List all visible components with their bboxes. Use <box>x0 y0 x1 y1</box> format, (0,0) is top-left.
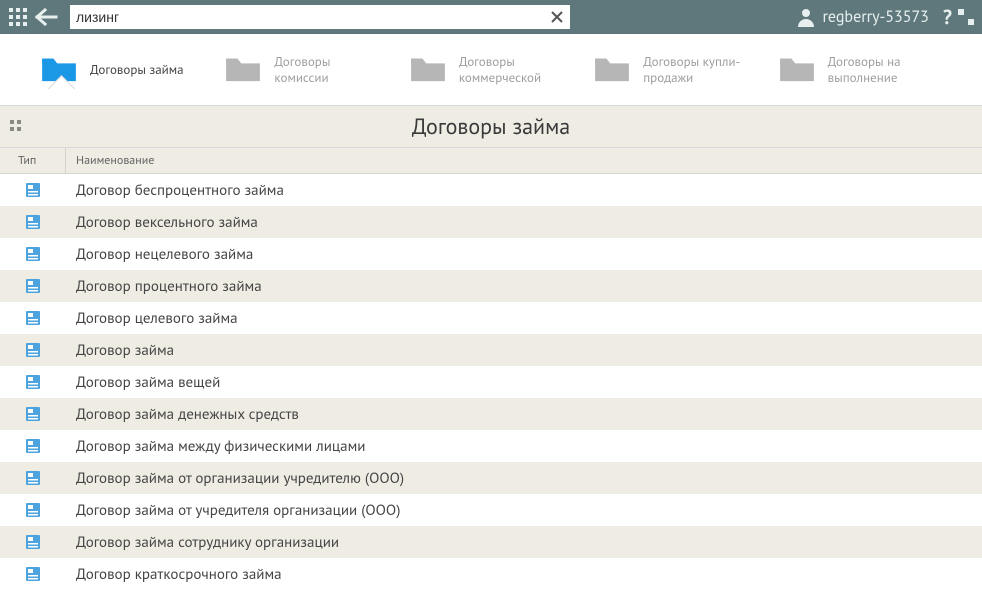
user-icon <box>796 7 816 27</box>
row-type-icon <box>0 566 66 582</box>
row-name: Договор займа вещей <box>66 373 982 392</box>
row-name: Договор займа <box>66 341 982 360</box>
table-header: Тип Наименование <box>0 148 982 174</box>
folder-icon <box>224 53 262 87</box>
row-name: Договор вексельного займа <box>66 213 982 232</box>
row-type-icon <box>0 374 66 390</box>
fullscreen-button[interactable] <box>958 9 974 25</box>
page-title: Договоры займа <box>412 113 570 141</box>
back-button[interactable] <box>34 7 58 27</box>
table-row[interactable]: Договор займа от организации учредителю … <box>0 462 982 494</box>
row-type-icon <box>0 470 66 486</box>
row-name: Договор займа от учредителя организации … <box>66 501 982 520</box>
row-type-icon <box>0 182 66 198</box>
row-type-icon <box>0 246 66 262</box>
user-menu[interactable]: regberry-53573 <box>796 7 928 27</box>
tab-3[interactable]: Договоры купли-продажи <box>593 53 767 87</box>
row-name: Договор займа от организации учредителю … <box>66 469 982 488</box>
tab-2[interactable]: Договоры коммерческой <box>409 53 583 87</box>
table-row[interactable]: Договор целевого займа <box>0 302 982 334</box>
row-name: Договор займа между физическими лицами <box>66 437 982 456</box>
table-row[interactable]: Договор нецелевого займа <box>0 238 982 270</box>
row-name: Договор целевого займа <box>66 309 982 328</box>
table-row[interactable]: Договор займа между физическими лицами <box>0 430 982 462</box>
column-header-type[interactable]: Тип <box>0 148 66 173</box>
folder-icon <box>40 53 78 87</box>
row-name: Договор займа денежных средств <box>66 405 982 424</box>
tab-label: Договоры на выполнение <box>828 54 938 85</box>
table-row[interactable]: Договор займа от учредителя организации … <box>0 494 982 526</box>
table-row[interactable]: Договор беспроцентного займа <box>0 174 982 206</box>
folder-icon <box>778 53 816 87</box>
search-input[interactable] <box>76 9 550 25</box>
tab-4[interactable]: Договоры на выполнение <box>778 53 952 87</box>
column-header-name[interactable]: Наименование <box>66 148 982 173</box>
row-type-icon <box>0 214 66 230</box>
apps-icon[interactable] <box>8 7 28 27</box>
search-field[interactable] <box>70 5 570 29</box>
table-row[interactable]: Договор займа вещей <box>0 366 982 398</box>
table-row[interactable]: Договор процентного займа <box>0 270 982 302</box>
tab-0[interactable]: Договоры займа <box>40 53 214 87</box>
row-type-icon <box>0 438 66 454</box>
row-name: Договор нецелевого займа <box>66 245 982 264</box>
tabs-bar: Договоры займа Договоры комиссии Договор… <box>0 34 982 106</box>
user-name: regberry-53573 <box>822 7 928 27</box>
table-row[interactable]: Договор займа сотруднику организации <box>0 526 982 558</box>
top-bar: regberry-53573 ? <box>0 0 982 34</box>
row-name: Договор займа сотруднику организации <box>66 533 982 552</box>
title-row: Договоры займа <box>0 106 982 148</box>
row-type-icon <box>0 342 66 358</box>
drag-handle-icon[interactable] <box>10 120 28 134</box>
row-type-icon <box>0 310 66 326</box>
row-type-icon <box>0 534 66 550</box>
table-row[interactable]: Договор вексельного займа <box>0 206 982 238</box>
table-row[interactable]: Договор краткосрочного займа <box>0 558 982 590</box>
tab-label: Договоры коммерческой <box>459 54 569 85</box>
folder-icon <box>409 53 447 87</box>
row-type-icon <box>0 406 66 422</box>
row-name: Договор беспроцентного займа <box>66 181 982 200</box>
table-row[interactable]: Договор займа денежных средств <box>0 398 982 430</box>
table-row[interactable]: Договор займа <box>0 334 982 366</box>
row-type-icon <box>0 502 66 518</box>
row-type-icon <box>0 278 66 294</box>
folder-icon <box>593 53 631 87</box>
tab-1[interactable]: Договоры комиссии <box>224 53 398 87</box>
tab-label: Договоры купли-продажи <box>643 54 753 85</box>
row-name: Договор процентного займа <box>66 277 982 296</box>
row-name: Договор краткосрочного займа <box>66 565 982 584</box>
search-clear-icon[interactable] <box>550 10 564 24</box>
tab-label: Договоры комиссии <box>274 54 384 85</box>
tab-label: Договоры займа <box>90 62 184 78</box>
table-body: Договор беспроцентного займа Договор век… <box>0 174 982 590</box>
help-button[interactable]: ? <box>943 4 952 30</box>
